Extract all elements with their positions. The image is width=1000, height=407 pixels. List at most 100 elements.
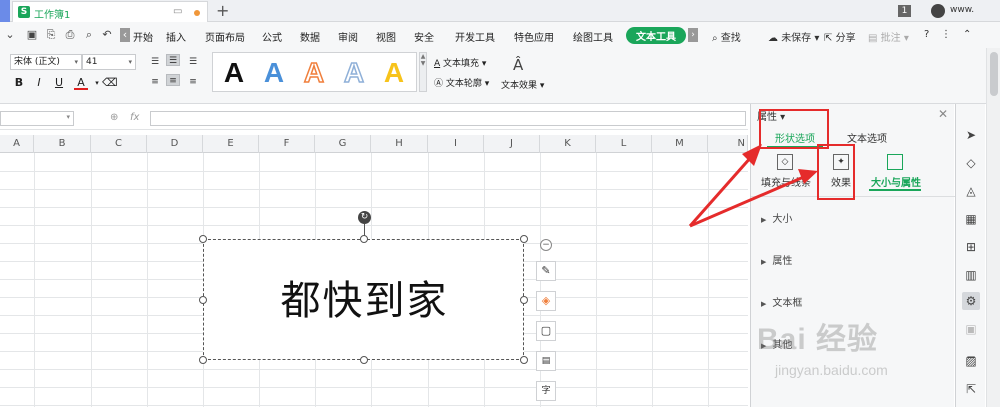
gallery-scroll[interactable]: ▲ ▼	[419, 52, 427, 92]
font-name-select[interactable]: 宋体 (正文) ▾	[10, 54, 82, 70]
table-icon[interactable]: ▦	[962, 210, 980, 228]
text-box-content[interactable]: 都快到家	[204, 268, 525, 326]
avatar[interactable]	[931, 4, 945, 18]
menu-item-developer[interactable]: 开发工具	[455, 29, 495, 44]
chevron-down-icon[interactable]: ⌄	[3, 28, 17, 42]
column-header[interactable]: M	[652, 135, 708, 153]
unsaved-cloud-button[interactable]: ☁ 未保存 ▾	[768, 29, 819, 44]
align-top-icon[interactable]: ☰	[148, 56, 162, 68]
column-header[interactable]: J	[484, 135, 540, 153]
close-icon[interactable]: ✕	[938, 107, 948, 121]
formula-input[interactable]	[150, 111, 746, 126]
menu-item-view[interactable]: 视图	[376, 29, 396, 44]
column-header[interactable]: C	[91, 135, 147, 153]
resize-handle-top-right[interactable]	[520, 235, 528, 243]
tab-text-options[interactable]: 文本选项	[847, 130, 887, 145]
resize-handle-right[interactable]	[520, 296, 528, 304]
format-painter-icon[interactable]: ⎘	[44, 28, 58, 42]
word-art-style-black[interactable]: A	[217, 55, 251, 91]
fill-line-icon[interactable]: ◇	[777, 154, 793, 170]
menu-more-icon[interactable]: ›	[688, 28, 698, 42]
print-preview-icon[interactable]: ⌕	[82, 28, 96, 42]
font-color-button[interactable]: A	[74, 76, 88, 90]
menu-item-insert[interactable]: 插入	[166, 29, 186, 44]
document-tab[interactable]: S 工作簿1 ▭	[12, 1, 208, 22]
sub-tab-fill-line[interactable]: 填充与线条	[761, 174, 811, 189]
menu-item-formulas[interactable]: 公式	[262, 29, 282, 44]
align-center-icon[interactable]: ≡	[166, 74, 180, 86]
text-effect-button[interactable]: 文本效果 ▾	[501, 78, 544, 91]
column-header[interactable]: A	[0, 135, 34, 153]
column-header[interactable]: N	[708, 135, 748, 153]
menu-item-review[interactable]: 审阅	[338, 29, 358, 44]
menu-item-drawing-tools[interactable]: 绘图工具	[573, 29, 613, 44]
pen-icon[interactable]: ✎	[536, 261, 556, 281]
backup-icon[interactable]: ▣	[962, 320, 980, 338]
vertical-scrollbar[interactable]	[986, 48, 1000, 407]
column-header[interactable]: G	[315, 135, 371, 153]
picture-icon[interactable]: ▨	[962, 352, 980, 370]
monitor-icon[interactable]: ▭	[173, 6, 182, 17]
properties-settings-icon[interactable]: ⚙	[962, 292, 980, 310]
column-header[interactable]: H	[371, 135, 428, 153]
section-text-box[interactable]: ▶ 文本框	[761, 294, 802, 309]
size-properties-icon[interactable]	[887, 154, 903, 170]
text-effect-icon[interactable]: Â	[513, 56, 523, 74]
layers-icon[interactable]: ◬	[962, 182, 980, 200]
text-outline-button[interactable]: Ⓐ 文本轮廓 ▾	[434, 76, 489, 89]
column-header[interactable]: B	[34, 135, 91, 153]
scroll-left-icon[interactable]: ‹	[120, 28, 130, 42]
word-art-style-orange-outline[interactable]: A	[297, 55, 331, 91]
text-box[interactable]: 都快到家	[203, 239, 524, 360]
cursor-icon[interactable]: ➤	[962, 126, 980, 144]
underline-button[interactable]: U	[52, 76, 66, 90]
zoom-icon[interactable]: ⊕	[110, 112, 118, 123]
new-tab-button[interactable]: +	[216, 1, 229, 20]
column-header[interactable]: D	[147, 135, 203, 153]
clear-format-icon[interactable]: ⌫	[102, 76, 118, 90]
resize-handle-bottom[interactable]	[360, 356, 368, 364]
user-name[interactable]: www.	[950, 5, 974, 15]
column-header[interactable]: I	[428, 135, 484, 153]
apps-grid-icon[interactable]: ⊞	[962, 238, 980, 256]
column-header[interactable]: L	[596, 135, 652, 153]
spreadsheet-grid[interactable]: A B C D E F G H I J K L M N ↻ 都快到家 − ✎ ◈…	[0, 135, 748, 407]
text-layout-icon[interactable]: 字	[536, 381, 556, 401]
outline-icon[interactable]: ▢	[536, 321, 556, 341]
align-bottom-icon[interactable]: ☰	[186, 56, 200, 68]
column-header[interactable]: K	[540, 135, 596, 153]
section-size[interactable]: ▶ 大小	[761, 210, 792, 225]
resize-handle-top-left[interactable]	[199, 235, 207, 243]
text-fill-button[interactable]: A 文本填充 ▾	[434, 56, 486, 69]
print-icon[interactable]: ⎙	[63, 28, 77, 42]
collapse-ribbon-icon[interactable]: ⌃	[963, 29, 971, 40]
more-options-icon[interactable]: ⋮	[941, 29, 951, 40]
menu-item-text-tools[interactable]: 文本工具	[626, 27, 686, 44]
resize-handle-bottom-right[interactable]	[520, 356, 528, 364]
word-art-style-yellow[interactable]: A	[377, 55, 411, 91]
fill-bucket-icon[interactable]: ◈	[536, 291, 556, 311]
resize-handle-left[interactable]	[199, 296, 207, 304]
comment-button[interactable]: ▤ 批注 ▾	[868, 29, 909, 44]
undo-icon[interactable]: ↶	[100, 28, 114, 42]
help-button[interactable]: ?	[924, 29, 929, 40]
column-header[interactable]: E	[203, 135, 259, 153]
resize-handle-top[interactable]	[360, 235, 368, 243]
menu-item-page-layout[interactable]: 页面布局	[205, 29, 245, 44]
menu-item-special[interactable]: 特色应用	[514, 29, 554, 44]
rotate-handle-icon[interactable]: ↻	[358, 211, 371, 224]
italic-button[interactable]: I	[32, 76, 46, 90]
save-icon[interactable]: ▣	[25, 28, 39, 42]
font-size-select[interactable]: 41 ▾	[82, 54, 136, 70]
name-box[interactable]: ▾	[0, 111, 74, 126]
word-art-style-blue[interactable]: A	[257, 55, 291, 91]
align-left-icon[interactable]: ≡	[148, 76, 162, 88]
export-icon[interactable]: ⇱	[962, 380, 980, 398]
text-wrap-icon[interactable]: ▤	[536, 351, 556, 371]
column-header[interactable]: F	[259, 135, 315, 153]
share-button[interactable]: ⇱ 分享	[824, 29, 856, 44]
section-properties[interactable]: ▶ 属性	[761, 252, 792, 267]
align-right-icon[interactable]: ≡	[186, 76, 200, 88]
align-middle-icon[interactable]: ☰	[166, 54, 180, 66]
resize-handle-bottom-left[interactable]	[199, 356, 207, 364]
